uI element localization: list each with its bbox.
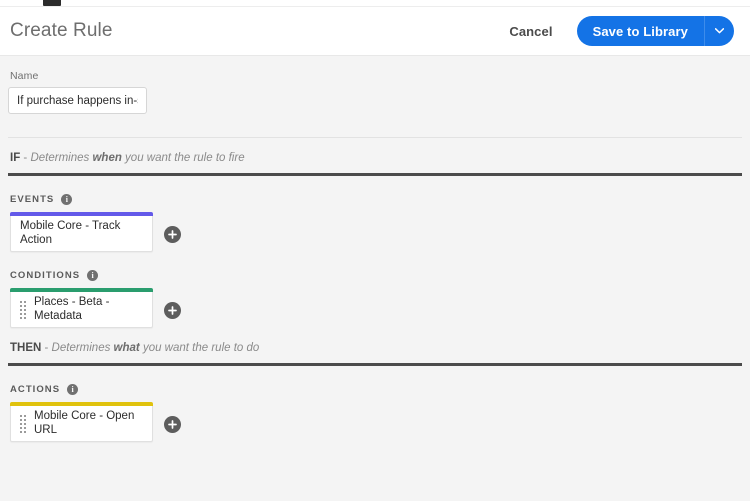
actions-section-title: ACTIONS [10,384,61,395]
if-keyword: IF [10,152,21,164]
cancel-button[interactable]: Cancel [499,18,562,45]
info-icon[interactable]: i [61,194,73,205]
events-section: EVENTS i Mobile Core - Track Action [8,176,742,252]
event-card-accent [10,212,153,216]
actions-card-row: Mobile Core - Open URL [10,402,742,442]
info-icon[interactable]: i [87,270,99,281]
then-clause: THEN - Determines what you want the rule… [8,328,742,354]
conditions-section-header: CONDITIONS i [10,270,742,281]
add-condition-button[interactable] [164,301,181,319]
rule-name-input[interactable] [8,87,147,114]
info-icon[interactable]: i [67,384,79,395]
if-text-after: you want the rule to fire [121,152,245,164]
then-text-before: Determines [51,342,114,354]
page-title: Create Rule [10,20,113,41]
drag-handle-icon[interactable] [20,300,26,319]
if-dash: - [20,152,31,164]
events-section-header: EVENTS i [10,194,742,205]
then-keyword: THEN [10,342,42,354]
drag-handle-icon[interactable] [20,414,26,433]
condition-card-accent [10,288,153,292]
then-text-after: you want the rule to do [139,342,260,354]
if-text-before: Determines [30,152,93,164]
event-card-label: Mobile Core - Track Action [20,219,121,246]
page-body: Name IF - Determines when you want the r… [0,56,750,442]
conditions-section-title: CONDITIONS [10,270,81,281]
add-action-button[interactable] [164,415,181,433]
if-emphasis: when [92,152,122,164]
page-header: Create Rule Cancel Save to Library [0,7,750,56]
action-card[interactable]: Mobile Core - Open URL [10,402,153,442]
condition-card-label: Places - Beta - Metadata [34,295,110,322]
actions-section-header: ACTIONS i [10,384,742,395]
chevron-down-icon[interactable] [704,16,734,46]
active-tab-indicator[interactable] [43,0,61,6]
save-to-library-button[interactable]: Save to Library [576,16,704,46]
conditions-section: CONDITIONS i Places - Beta - Metadata [8,252,742,328]
name-field-label: Name [10,70,39,82]
action-card-label: Mobile Core - Open URL [34,409,135,436]
top-strip [0,0,750,7]
conditions-card-row: Places - Beta - Metadata [10,288,742,328]
header-actions: Cancel Save to Library [499,16,734,46]
event-card[interactable]: Mobile Core - Track Action [10,212,153,252]
events-section-title: EVENTS [10,194,55,205]
actions-section: ACTIONS i Mobile Core - Open URL [8,366,742,442]
if-clause: IF - Determines when you want the rule t… [8,138,742,164]
action-card-accent [10,402,153,406]
then-emphasis: what [113,342,140,354]
add-event-button[interactable] [164,225,181,243]
then-dash: - [41,342,52,354]
condition-card[interactable]: Places - Beta - Metadata [10,288,153,328]
events-card-row: Mobile Core - Track Action [10,212,742,252]
name-field-block: Name [8,56,742,114]
save-split-button: Save to Library [576,16,734,46]
